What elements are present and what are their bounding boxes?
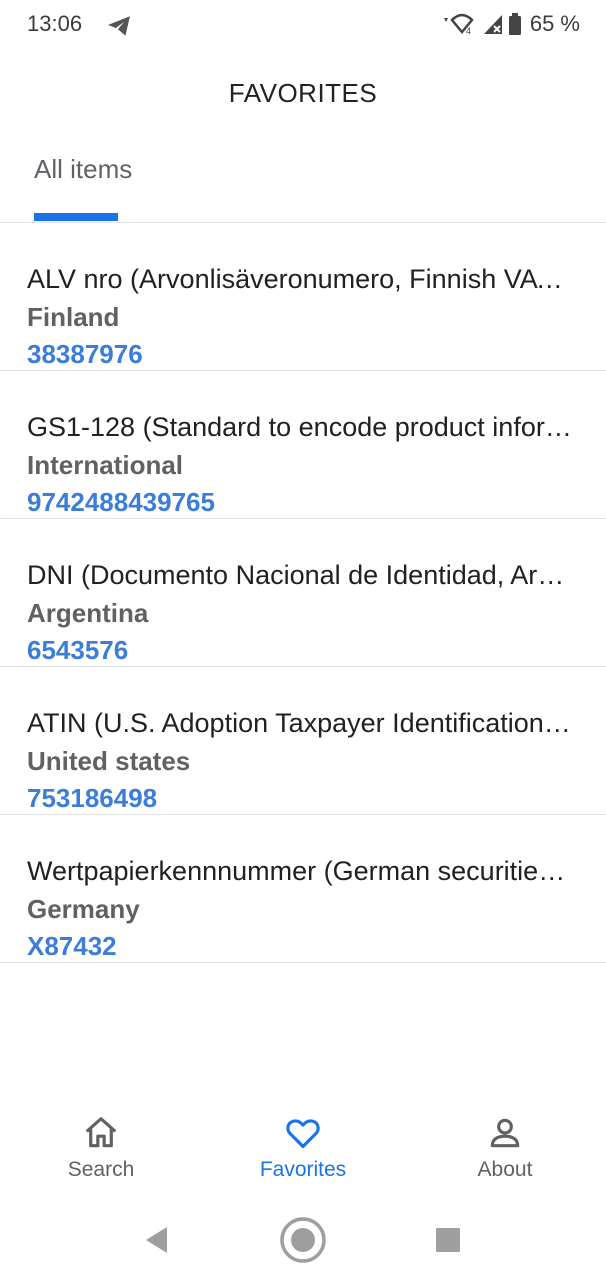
list-item[interactable]: DNI (Documento Nacional de Identidad, Ar… bbox=[0, 519, 606, 667]
status-time: 13:06 bbox=[27, 11, 83, 36]
item-title: GS1-128 (Standard to encode product info… bbox=[27, 412, 576, 442]
nav-favorites[interactable]: Favorites bbox=[228, 1110, 378, 1182]
battery-percentage: 65 % bbox=[529, 11, 580, 36]
item-title: ATIN (U.S. Adoption Taxpayer Identificat… bbox=[27, 708, 576, 738]
list-item[interactable]: Wertpapierkennnummer (German securities … bbox=[0, 815, 606, 963]
nav-about-label: About bbox=[477, 1158, 533, 1181]
nav-search-label: Search bbox=[67, 1158, 135, 1181]
nav-search[interactable]: Search bbox=[26, 1110, 176, 1182]
tab-all-items[interactable]: All items bbox=[34, 154, 132, 185]
list-item[interactable]: ATIN (U.S. Adoption Taxpayer Identificat… bbox=[0, 667, 606, 815]
item-country: International bbox=[27, 450, 184, 480]
back-icon[interactable] bbox=[143, 1225, 171, 1255]
nav-about[interactable]: About bbox=[430, 1110, 580, 1182]
list-item[interactable]: ALV nro (Arvonlisäveronumero, Finnish VA… bbox=[0, 223, 606, 371]
item-title: DNI (Documento Nacional de Identidad, Ar… bbox=[27, 560, 576, 590]
recents-icon[interactable] bbox=[434, 1226, 462, 1254]
page-title: FAVORITES bbox=[228, 78, 378, 108]
favorites-list: ALV nro (Arvonlisäveronumero, Finnish VA… bbox=[0, 223, 606, 963]
svg-text:4: 4 bbox=[466, 26, 471, 36]
item-value: 753186498 bbox=[27, 783, 158, 813]
item-title: ALV nro (Arvonlisäveronumero, Finnish VA… bbox=[27, 264, 576, 294]
person-icon bbox=[490, 1118, 520, 1148]
list-item[interactable]: GS1-128 (Standard to encode product info… bbox=[0, 371, 606, 519]
heart-icon bbox=[286, 1119, 320, 1149]
item-country: Germany bbox=[27, 894, 140, 924]
item-value: 9742488439765 bbox=[27, 487, 215, 517]
signal-icon bbox=[483, 15, 502, 34]
tab-indicator bbox=[34, 213, 118, 221]
wifi-icon: 4 bbox=[443, 13, 474, 36]
item-value: 38387976 bbox=[27, 339, 143, 369]
item-value: 6543576 bbox=[27, 635, 129, 665]
home-button-icon[interactable] bbox=[278, 1215, 328, 1265]
home-icon bbox=[85, 1117, 117, 1148]
telegram-icon bbox=[108, 16, 130, 36]
item-value: X87432 bbox=[27, 931, 117, 961]
battery-icon bbox=[508, 13, 521, 35]
nav-favorites-label: Favorites bbox=[259, 1158, 347, 1181]
item-title: Wertpapierkennnummer (German securities … bbox=[27, 856, 576, 886]
status-bar: 13:06 4 65 % bbox=[0, 0, 606, 50]
system-nav-bar bbox=[0, 1210, 606, 1270]
item-country: United states bbox=[27, 746, 191, 776]
status-icons: 4 65 % bbox=[442, 11, 580, 37]
item-country: Argentina bbox=[27, 598, 149, 628]
item-country: Finland bbox=[27, 302, 120, 332]
tab-bar: All items bbox=[0, 140, 606, 223]
bottom-nav: Search Favorites About bbox=[0, 1110, 606, 1200]
